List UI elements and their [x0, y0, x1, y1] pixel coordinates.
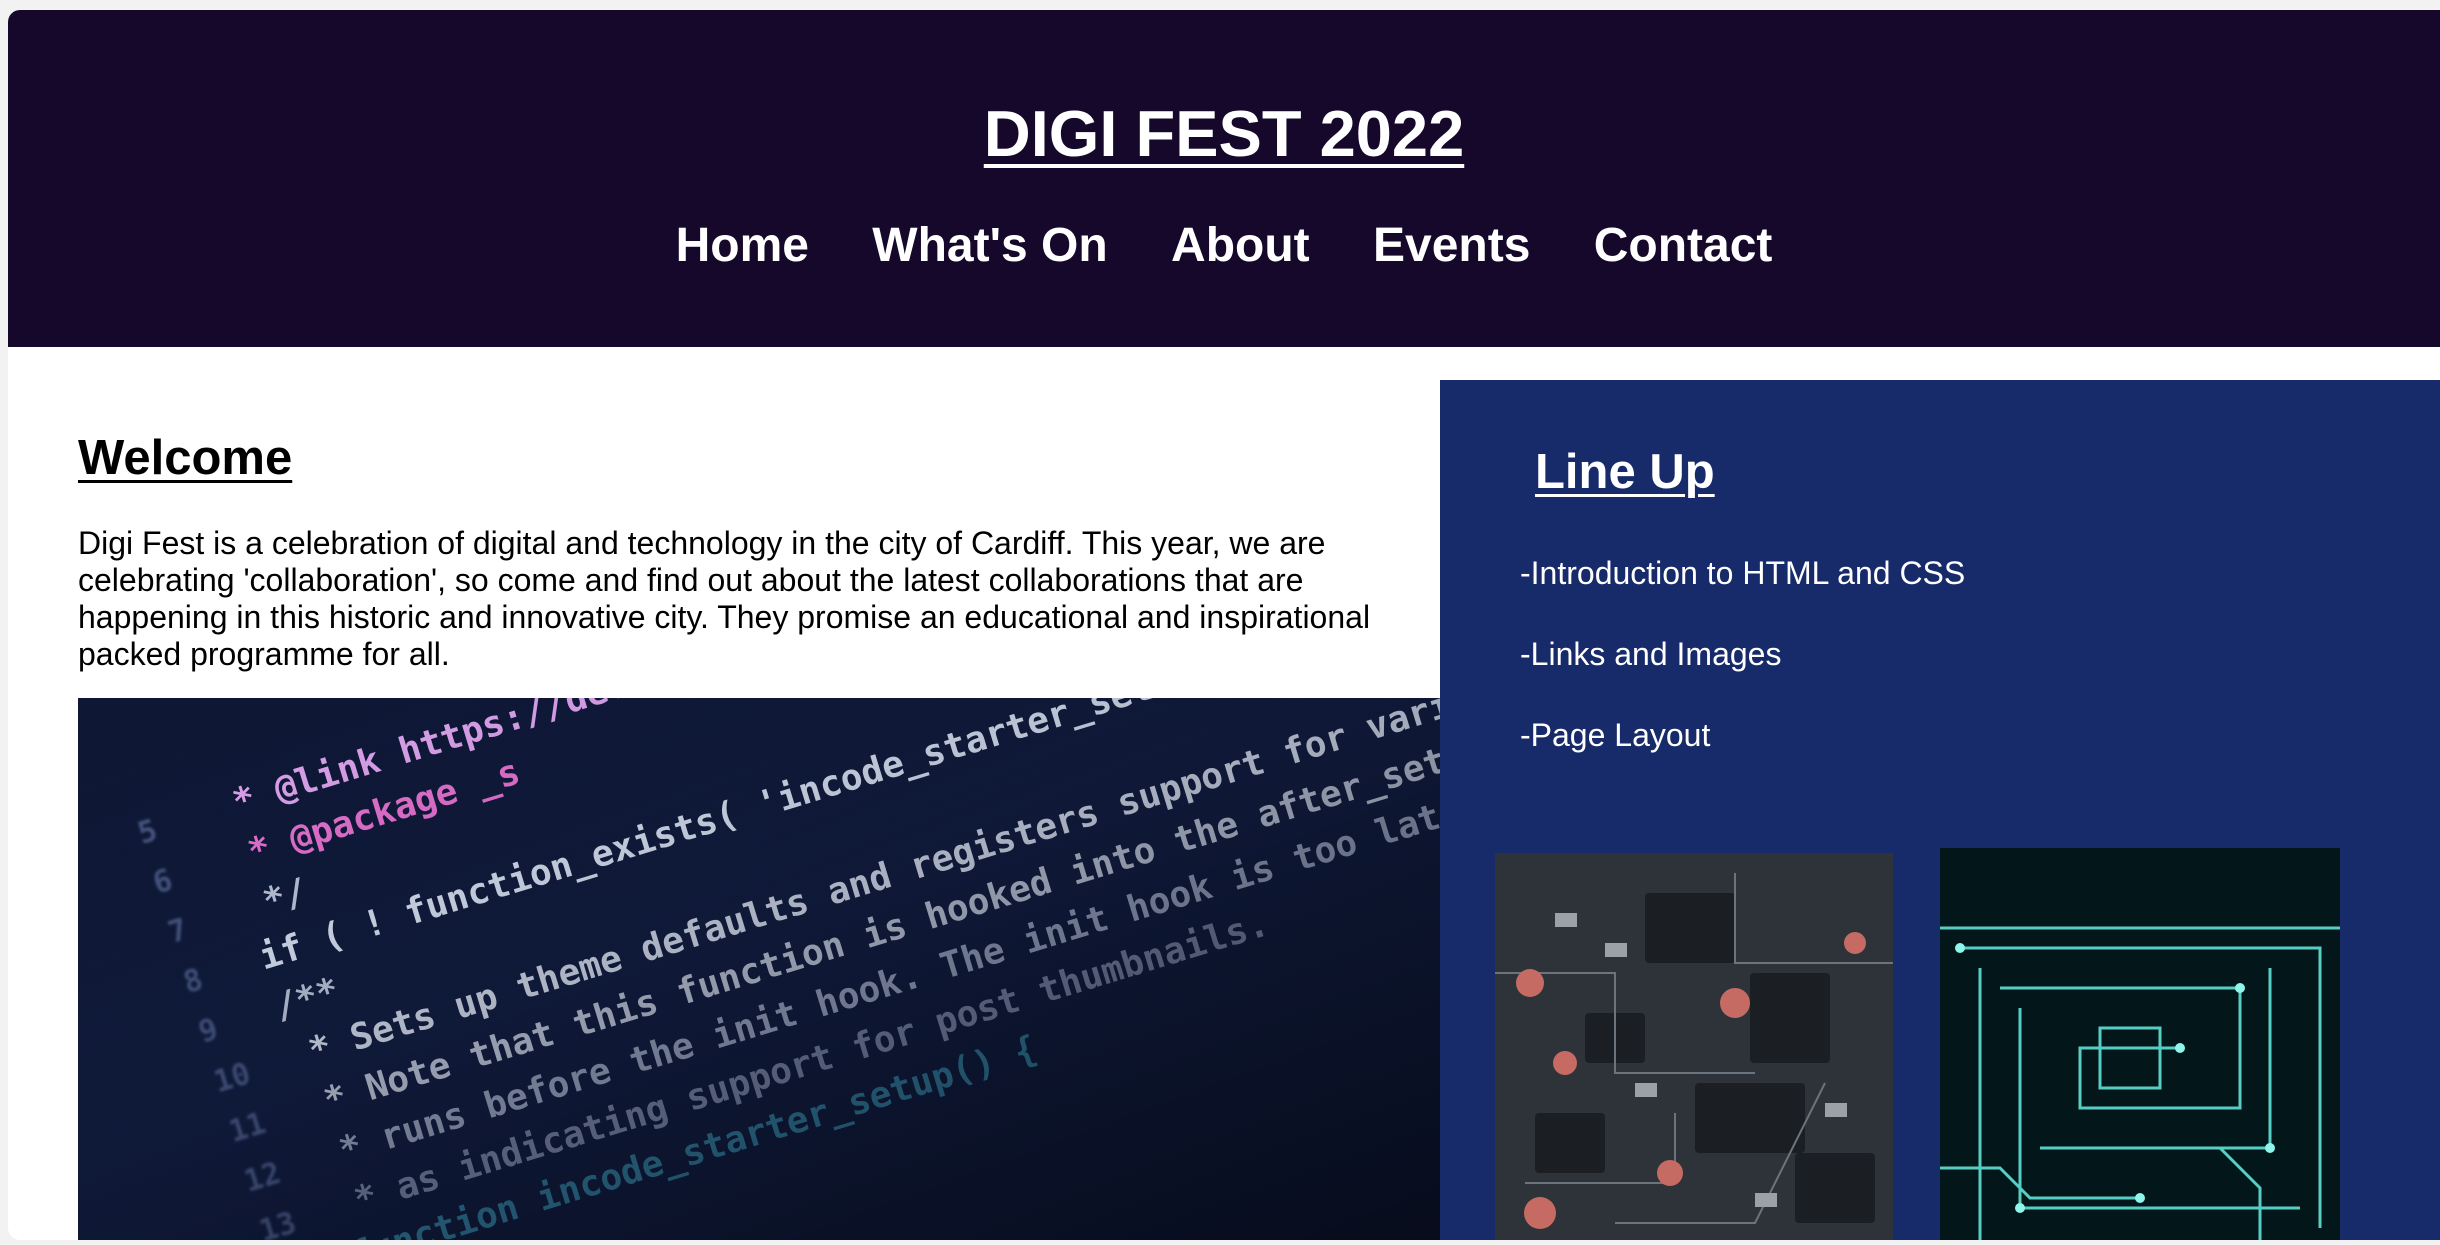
circuit-board-graphic: [1495, 853, 1893, 1240]
code-photo-image: 567891011121314 * @link https://dev* @pa…: [78, 698, 1450, 1240]
circuit-traces-graphic: [1940, 848, 2340, 1240]
main-nav: Home What's On About Events Contact: [8, 218, 2440, 273]
site-title: DIGI FEST 2022: [983, 97, 1465, 170]
welcome-text: Digi Fest is a celebration of digital an…: [78, 525, 1371, 672]
lineup-item: -Links and Images: [1520, 636, 1782, 672]
nav-link-contact[interactable]: Contact: [1594, 218, 1773, 273]
nav-link-whats-on[interactable]: What's On: [872, 218, 1107, 273]
circuit-board-photo: [1495, 853, 1893, 1240]
lineup-panel: Line Up -Introduction to HTML and CSS -L…: [1440, 380, 2440, 1240]
site-header: DIGI FEST 2022 Home What's On About Even…: [8, 10, 2440, 347]
lineup-list: -Introduction to HTML and CSS -Links and…: [1520, 555, 1965, 798]
lineup-item: -Introduction to HTML and CSS: [1520, 555, 1966, 591]
lineup-heading: Line Up: [1535, 445, 1715, 499]
nav-link-about[interactable]: About: [1171, 218, 1310, 273]
page: DIGI FEST 2022 Home What's On About Even…: [8, 10, 2440, 1240]
welcome-heading: Welcome: [78, 431, 293, 485]
nav-link-home[interactable]: Home: [676, 218, 809, 273]
code-photo-graphic: 567891011121314 * @link https://dev* @pa…: [78, 698, 1450, 1240]
lineup-item: -Page Layout: [1520, 717, 1711, 753]
nav-link-events[interactable]: Events: [1373, 218, 1530, 273]
circuit-traces-photo: [1940, 848, 2340, 1240]
